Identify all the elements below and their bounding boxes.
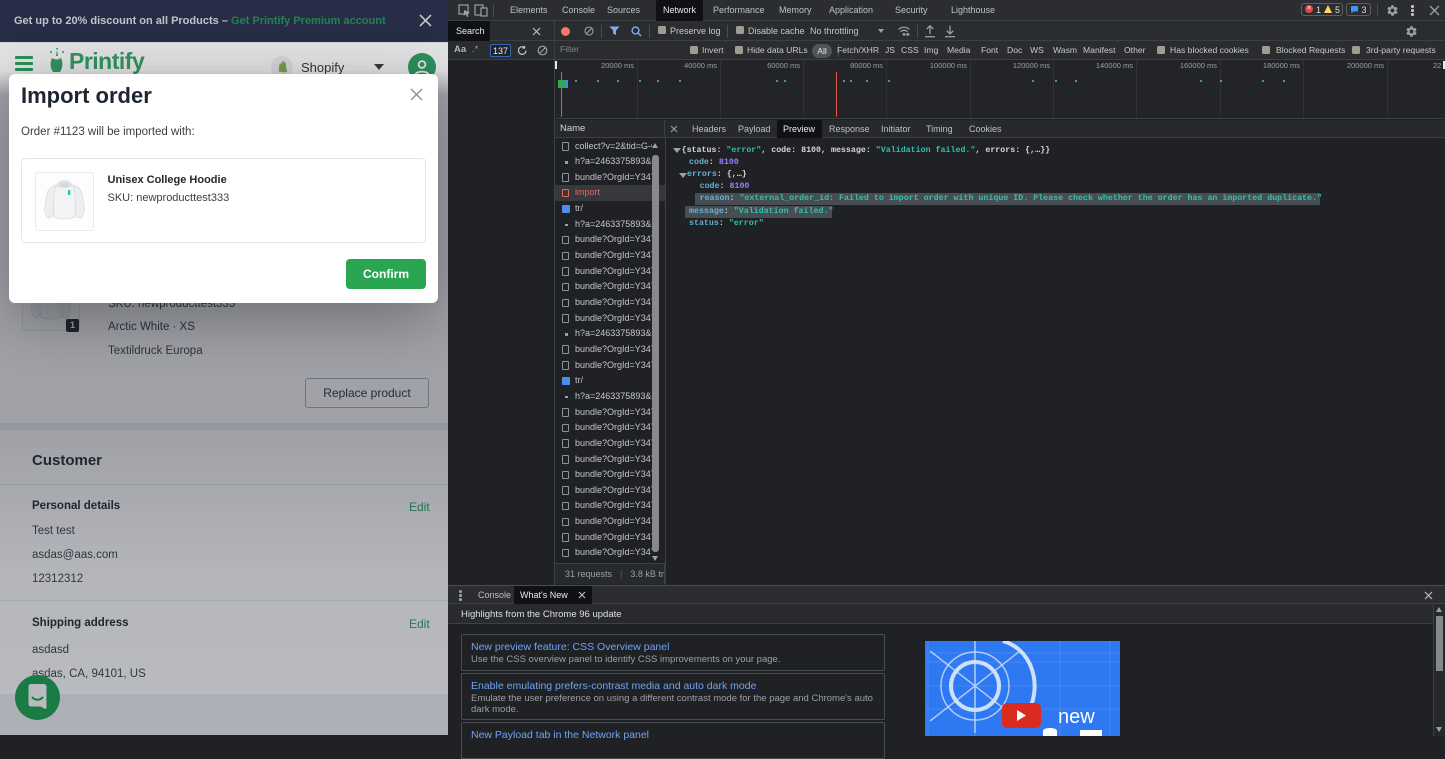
svg-text:new: new — [1058, 706, 1095, 728]
